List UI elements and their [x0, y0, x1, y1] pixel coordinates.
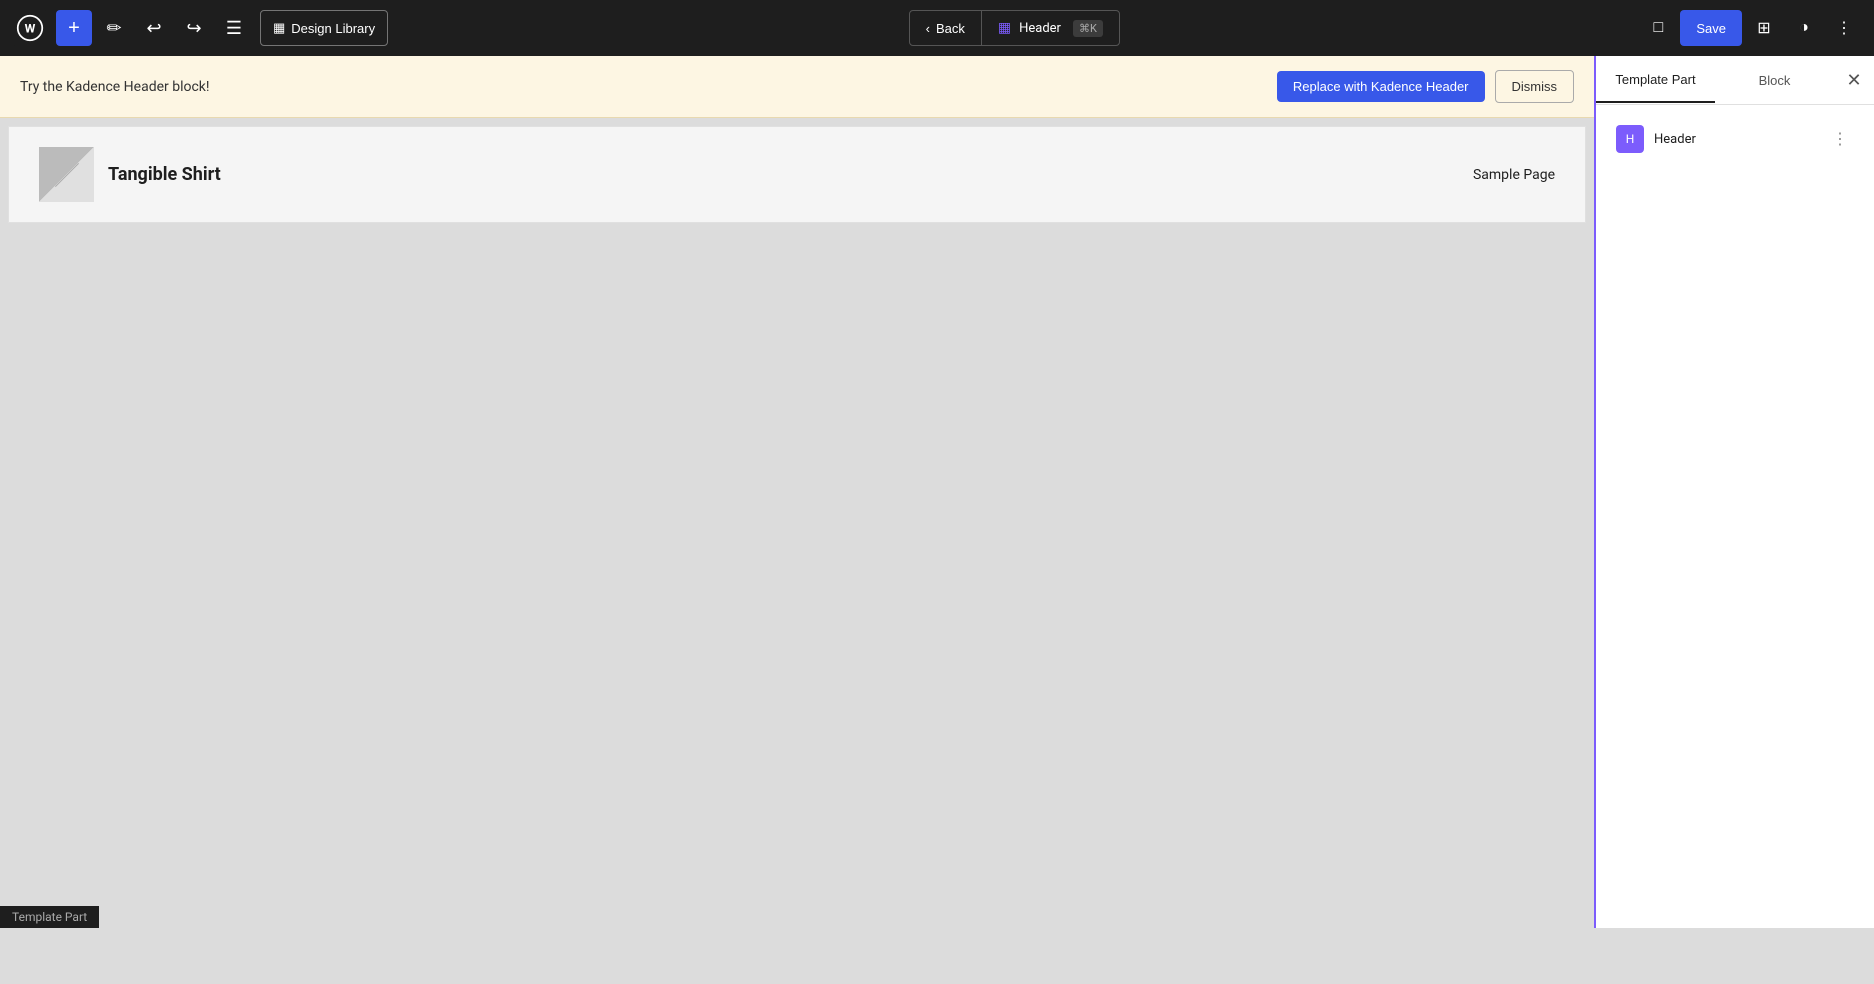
- design-library-button[interactable]: ▦ Design Library: [260, 10, 388, 46]
- sidebar: Template Part Block ✕ H Header ⋮: [1594, 56, 1874, 928]
- details-button[interactable]: ☰: [216, 10, 252, 46]
- block-label: Header: [1654, 132, 1816, 147]
- tab-template-part[interactable]: Template Part: [1596, 58, 1715, 103]
- toolbar-center: ‹ Back ▦ Header ⌘K: [392, 10, 1636, 46]
- add-block-button[interactable]: +: [56, 10, 92, 46]
- notice-banner: Try the Kadence Header block! Replace wi…: [0, 56, 1594, 118]
- sidebar-close-button[interactable]: ✕: [1834, 56, 1874, 104]
- toolbar-right: □ Save ⊞ ◑ ⋮: [1640, 10, 1862, 46]
- design-library-icon: ▦: [273, 20, 285, 36]
- status-bar: Template Part: [0, 906, 99, 928]
- wp-logo: W: [12, 10, 48, 46]
- contrast-button[interactable]: ◑: [1786, 10, 1822, 46]
- keyboard-shortcut: ⌘K: [1073, 20, 1103, 37]
- dismiss-button[interactable]: Dismiss: [1495, 70, 1575, 103]
- canvas: Try the Kadence Header block! Replace wi…: [0, 56, 1594, 928]
- nav-link-sample-page[interactable]: Sample Page: [1473, 167, 1555, 183]
- back-arrow-icon: ‹: [926, 21, 930, 36]
- breadcrumb-current: ▦ Header ⌘K: [982, 11, 1119, 45]
- toolbar: W + ✏ ↩ ↪ ☰ ▦ Design Library ‹ Back ▦ He…: [0, 0, 1874, 56]
- site-logo-area: Tangible Shirt: [39, 147, 221, 202]
- sidebar-tabs: Template Part Block: [1596, 58, 1834, 103]
- nav-links: Sample Page: [1473, 167, 1555, 183]
- options-button[interactable]: ⋮: [1826, 10, 1862, 46]
- status-text: Template Part: [12, 910, 87, 924]
- list-item[interactable]: H Header ⋮: [1608, 117, 1862, 161]
- tab-block[interactable]: Block: [1715, 58, 1834, 103]
- canvas-empty: [0, 231, 1594, 731]
- sidebar-content: H Header ⋮: [1596, 105, 1874, 928]
- back-button[interactable]: ‹ Back: [910, 11, 982, 45]
- breadcrumb-nav: ‹ Back ▦ Header ⌘K: [909, 10, 1120, 46]
- edit-tool-button[interactable]: ✏: [96, 10, 132, 46]
- layout-button[interactable]: ⊞: [1746, 10, 1782, 46]
- header-block-icon: ▦: [998, 20, 1011, 36]
- svg-text:W: W: [25, 21, 36, 35]
- notice-text: Try the Kadence Header block!: [20, 79, 210, 95]
- undo-button[interactable]: ↩: [136, 10, 172, 46]
- site-name: Tangible Shirt: [108, 164, 221, 185]
- replace-with-kadence-button[interactable]: Replace with Kadence Header: [1277, 71, 1485, 102]
- save-button[interactable]: Save: [1680, 10, 1742, 46]
- site-logo: [39, 147, 94, 202]
- design-library-label: Design Library: [291, 21, 375, 36]
- block-icon: H: [1616, 125, 1644, 153]
- main-layout: Try the Kadence Header block! Replace wi…: [0, 56, 1874, 928]
- block-options-button[interactable]: ⋮: [1826, 125, 1854, 153]
- breadcrumb-header-label: Header: [1019, 21, 1061, 36]
- notice-actions: Replace with Kadence Header Dismiss: [1277, 70, 1574, 103]
- back-label: Back: [936, 21, 965, 36]
- header-preview-block[interactable]: Tangible Shirt Sample Page: [8, 126, 1586, 223]
- sidebar-header: Template Part Block ✕: [1596, 56, 1874, 105]
- redo-button[interactable]: ↪: [176, 10, 212, 46]
- view-button[interactable]: □: [1640, 10, 1676, 46]
